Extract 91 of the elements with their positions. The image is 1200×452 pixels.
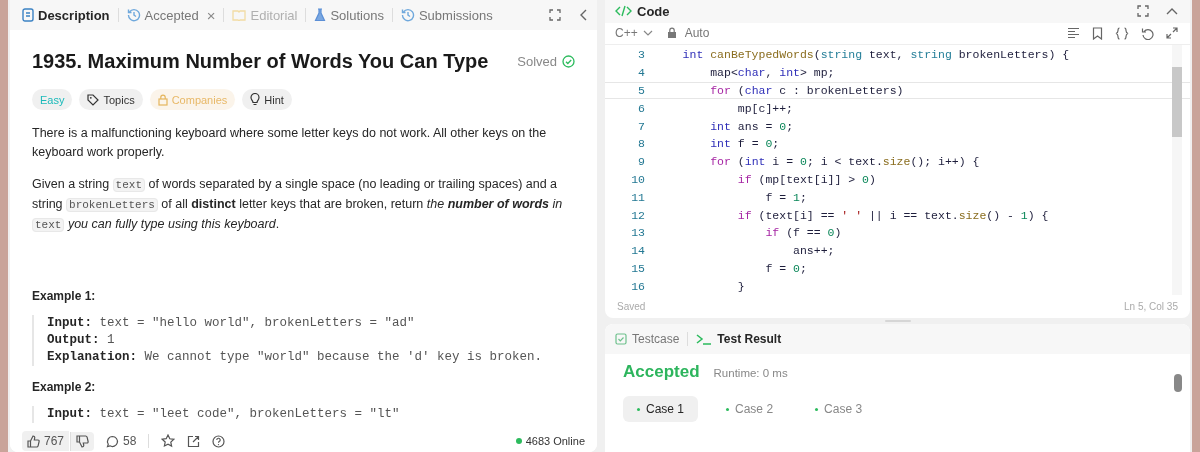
collapse-icon[interactable] <box>579 9 587 21</box>
code-icon <box>615 5 632 18</box>
panel-tab[interactable]: Testcase <box>615 332 680 346</box>
line-number: 10 <box>630 173 645 186</box>
chevron-down-icon <box>642 30 653 37</box>
code-line: int ans = 0; <box>709 119 794 133</box>
panel-title: Code <box>637 3 670 19</box>
code-line: map<char, int> mp; <box>709 66 835 80</box>
code-line: if (f == 0) <box>764 226 842 240</box>
online-count: 4683 Online <box>525 435 585 447</box>
flask-icon <box>314 8 327 22</box>
scrollbar-thumb[interactable] <box>1174 374 1182 392</box>
undo-icon[interactable] <box>1141 26 1154 40</box>
checkbox-icon <box>615 333 627 345</box>
line-number: 11 <box>630 190 645 204</box>
panel-tab[interactable]: Accepted × <box>124 6 218 24</box>
description-paragraph: There is a malfunctioning keyboard where some letter keys do not work. All other keys on the keyboard work properly. <box>32 125 548 161</box>
code-line: if (mp[text[i]] > 0) <box>736 173 876 186</box>
lock-icon <box>666 27 677 40</box>
example-line: Input: text = "hello world", brokenLetters = "ad" <box>47 315 416 332</box>
code-line: int f = 0; <box>709 137 780 151</box>
line-number: 5 <box>637 84 645 98</box>
code-line: ans++; <box>792 244 835 258</box>
panel-tab[interactable]: Submissions <box>398 7 495 23</box>
format-icon[interactable] <box>1067 27 1080 40</box>
verdict-text: Accepted <box>623 362 700 382</box>
example-line: Output: 1 <box>47 332 116 349</box>
example-heading: Example 2: <box>32 380 97 394</box>
line-number: 16 <box>630 279 645 293</box>
line-number: 3 <box>637 48 645 62</box>
line-number: 6 <box>637 101 645 115</box>
braces-icon[interactable] <box>1115 26 1129 40</box>
scrollbar-thumb[interactable] <box>1172 67 1182 138</box>
check-circle-icon <box>562 55 575 68</box>
fullscreen-icon[interactable] <box>1137 5 1149 18</box>
description-paragraph: Given a string text of words separated by a single space (no leading or trailing spaces) and a string brokenLetters of all distinct letter keys that are broken, return the number of words in text you can fully type using this keyboard. <box>32 176 564 234</box>
mode-label: Auto <box>684 26 710 41</box>
case-tab[interactable]: Case 3 <box>801 396 877 422</box>
code-line: } <box>736 279 745 293</box>
problem-title: 1935. Maximum Number of Words You Can Type <box>32 50 490 73</box>
history-icon <box>126 8 141 22</box>
line-number: 7 <box>637 119 645 133</box>
share-icon[interactable] <box>187 434 201 448</box>
example-line: Explanation: We cannot type "world" because the 'd' key is broken. <box>47 349 544 366</box>
language-dropdown[interactable]: C++ <box>615 26 653 41</box>
comments-button[interactable]: 58 <box>106 434 137 448</box>
book-icon <box>232 9 247 21</box>
help-icon[interactable] <box>212 434 226 448</box>
lock-icon <box>157 93 168 106</box>
tag-icon <box>87 93 100 106</box>
terminal-icon <box>696 333 713 345</box>
document-icon <box>22 8 34 22</box>
star-icon[interactable] <box>161 434 176 448</box>
code-line: int canBeTypedWords(string text, string brokenLetters) { <box>681 48 1070 62</box>
panel-tab[interactable]: Description <box>20 7 112 23</box>
tag-chip[interactable]: Hint <box>242 89 292 110</box>
dislike-button[interactable] <box>70 431 95 451</box>
line-number: 12 <box>630 208 645 222</box>
tag-chip[interactable]: Topics <box>79 89 143 110</box>
runtime-text: Runtime: 0 ms <box>713 367 788 379</box>
solved-status: Solved <box>517 54 557 69</box>
online-dot <box>515 438 522 444</box>
example-line: Input: text = "leet code", brokenLetters = "lt" <box>47 406 401 423</box>
close-tab-button[interactable]: × <box>206 6 216 24</box>
code-line: for (char c : brokenLetters) <box>709 84 904 98</box>
fullscreen-icon[interactable] <box>549 9 561 21</box>
code-line: for (int i = 0; i < text.size(); i++) { <box>709 155 980 169</box>
case-tab[interactable]: Case 2 <box>712 396 788 422</box>
line-number: 13 <box>630 226 645 240</box>
line-number: 14 <box>630 244 645 258</box>
collapse-icon[interactable] <box>1166 7 1178 16</box>
expand-icon[interactable] <box>1166 27 1178 40</box>
panel-tab[interactable]: Test Result <box>696 332 782 346</box>
code-line: f = 0; <box>764 262 807 275</box>
line-number: 9 <box>637 155 645 169</box>
line-number: 15 <box>630 262 645 275</box>
line-number: 8 <box>637 137 645 151</box>
cursor-position: Ln 5, Col 35 <box>1124 301 1178 313</box>
code-line: f = 1; <box>764 190 807 204</box>
code-line: mp[c]++; <box>736 101 794 115</box>
case-tab[interactable]: Case 1 <box>623 396 699 422</box>
lightbulb-icon <box>250 93 261 106</box>
like-button[interactable]: 767 <box>22 431 70 451</box>
example-heading: Example 1: <box>32 289 97 303</box>
panel-tab[interactable]: Solutions <box>312 7 386 23</box>
save-status: Saved <box>617 301 646 313</box>
history-icon <box>400 8 415 22</box>
code-line: if (text[i] == ' ' || i == text.size() - 1) { <box>736 208 1049 222</box>
thumbs-up-icon <box>27 434 40 448</box>
line-number: 4 <box>637 66 645 80</box>
bookmark-icon[interactable] <box>1092 26 1103 40</box>
